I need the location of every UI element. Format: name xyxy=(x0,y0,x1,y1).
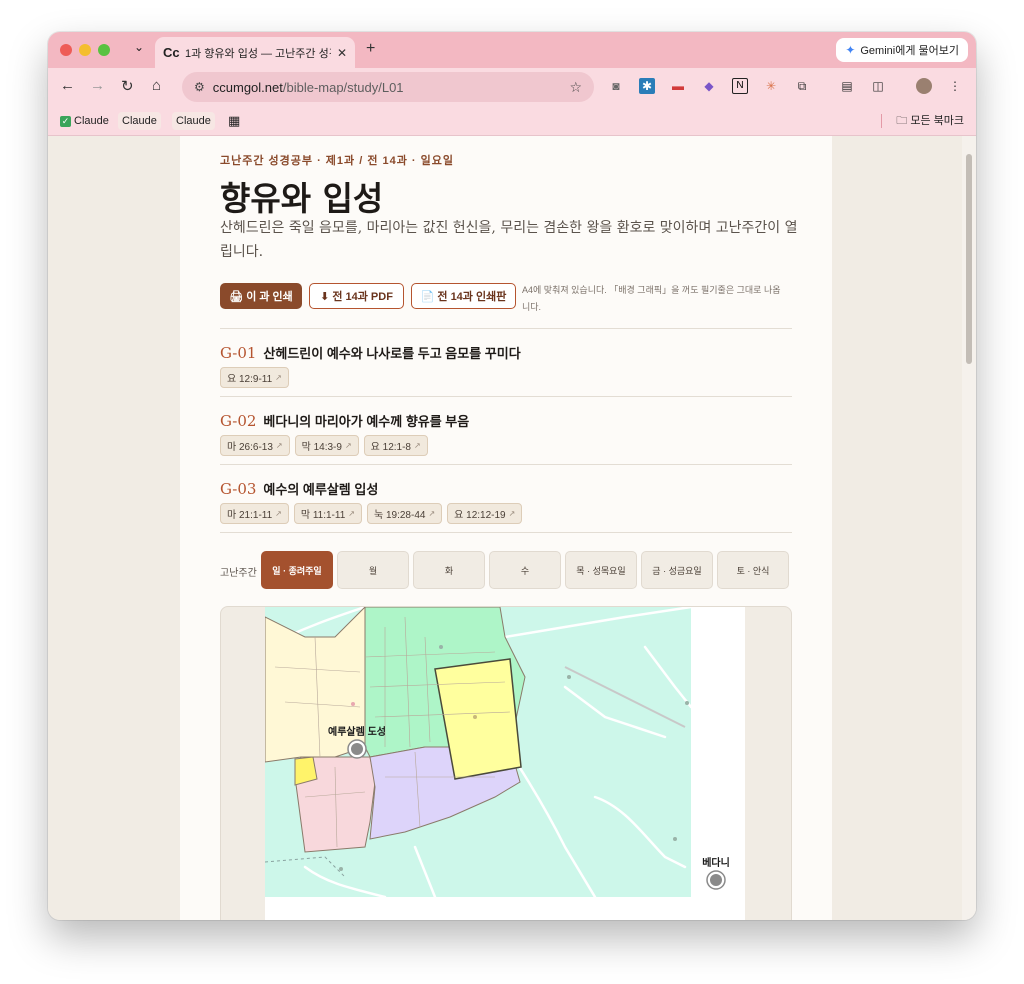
tab-strip: ⌄ Cc 1과 향유와 입성 — 고난주간 성경공부 ✕ + ✦ Gemini에… xyxy=(48,32,976,68)
tab-title: 1과 향유와 입성 — 고난주간 성경공부 xyxy=(185,47,331,60)
event-code: G-01 xyxy=(220,344,257,362)
maximize-window-button[interactable] xyxy=(98,44,110,56)
extensions-puzzle-icon[interactable]: ⧉ xyxy=(794,78,810,94)
bookmark-claude-2[interactable]: Claude xyxy=(118,112,161,130)
page-title: 향유와 입성 xyxy=(220,179,384,218)
jerusalem-label: 예루살렘 도성 xyxy=(328,725,386,738)
external-link-icon: ↗ xyxy=(508,509,516,518)
notion-icon[interactable]: N xyxy=(732,78,748,94)
external-link-icon: ↗ xyxy=(275,441,283,450)
reload-button[interactable]: ↻ xyxy=(121,77,134,95)
event-title: 산헤드린이 예수와 나사로를 두고 음모를 꾸미다 xyxy=(263,346,521,361)
side-panel-icon[interactable]: ◫ xyxy=(870,78,886,94)
day-tab-saturday[interactable]: 토 · 안식 xyxy=(717,551,789,589)
reading-mode-icon[interactable]: ▤ xyxy=(839,78,855,94)
gemini-label: Gemini에게 물어보기 xyxy=(860,45,959,57)
scripture-ref[interactable]: 막 11:1-11 ↗ xyxy=(293,503,362,524)
tab-search-chevron-icon[interactable]: ⌄ xyxy=(134,40,144,54)
scripture-ref[interactable]: 요 12:12-19 ↗ xyxy=(447,503,523,524)
event-item: G-02 베다니의 마리아가 예수께 향유를 부음 마 26:6-13 ↗ 막 14… xyxy=(220,397,792,465)
address-bar[interactable]: ⚙ ccumgol.net/bible-map/study/L01 ☆ xyxy=(182,72,594,102)
minimize-window-button[interactable] xyxy=(79,44,91,56)
check-icon: ✓ xyxy=(60,115,71,127)
site-info-icon[interactable]: ⚙ xyxy=(194,80,205,94)
gemini-button[interactable]: ✦ Gemini에게 물어보기 xyxy=(836,38,968,62)
external-link-icon: ↗ xyxy=(275,509,282,518)
bookmarks-separator xyxy=(881,114,882,128)
jerusalem-map[interactable]: 예루살렘 도성 베다니 xyxy=(265,607,745,920)
home-button[interactable]: ⌂ xyxy=(152,77,161,94)
page-viewport: 고난주간 성경공부 · 제1과 / 전 14과 · 일요일 향유와 입성 산헤드… xyxy=(48,136,976,920)
scripture-ref[interactable]: 마 26:6-13 ↗ xyxy=(220,435,290,456)
day-tab-thursday[interactable]: 목 · 성목요일 xyxy=(565,551,637,589)
bookmark-claude-3[interactable]: Claude xyxy=(172,112,215,130)
bookmark-star-icon[interactable]: ☆ xyxy=(569,79,582,96)
study-page: 고난주간 성경공부 · 제1과 / 전 14과 · 일요일 향유와 입성 산헤드… xyxy=(180,136,832,920)
external-link-icon: ↗ xyxy=(275,373,282,382)
all-bookmarks-button[interactable]: 🗀 모든 북마크 xyxy=(896,112,964,131)
gemini-icon: ✦ xyxy=(845,43,856,57)
camera-extension-icon[interactable]: ◙ xyxy=(608,78,624,94)
day-tab-tuesday[interactable]: 화 xyxy=(413,551,485,589)
day-tab-wednesday[interactable]: 수 xyxy=(489,551,561,589)
tab-active[interactable]: Cc 1과 향유와 입성 — 고난주간 성경공부 ✕ xyxy=(155,37,355,68)
scripture-ref[interactable]: 마 21:1-11 ↗ xyxy=(220,503,289,524)
event-title: 예수의 예루살렘 입성 xyxy=(263,482,379,497)
scripture-ref[interactable]: 요 12:1-8 ↗ xyxy=(363,435,428,456)
map-panel: 예루살렘 도성 베다니 xyxy=(220,606,792,920)
extension-icon-4[interactable]: ◆ xyxy=(701,78,717,94)
print-all-button[interactable]: 📄 전 14과 인쇄판 xyxy=(411,283,516,309)
browser-toolbar: ← → ↻ ⌂ ⚙ ccumgol.net/bible-map/study/L0… xyxy=(48,68,976,106)
bookmarks-bar: ✓ Claude Claude Claude ▦ 🗀 모든 북마크 xyxy=(48,106,976,136)
close-window-button[interactable] xyxy=(60,44,72,56)
event-title: 베다니의 마리아가 예수께 향유를 부음 xyxy=(263,414,470,429)
scrollbar-thumb[interactable] xyxy=(966,154,972,364)
bookmark-claude-1[interactable]: ✓ Claude xyxy=(56,112,113,130)
day-tab-friday[interactable]: 금 · 성금요일 xyxy=(641,551,713,589)
print-note: A4에 맞춰져 있습니다. 「배경 그래픽」을 꺼도 필기줄은 그대로 나옵니다… xyxy=(522,285,781,312)
site-favicon: Cc xyxy=(163,45,180,60)
external-link-icon: ↗ xyxy=(428,509,436,518)
event-item: G-01 산헤드린이 예수와 나사로를 두고 음모를 꾸미다 요 12:9-11 ↗ xyxy=(220,329,792,397)
claude-extension-icon[interactable]: ✳ xyxy=(763,78,779,94)
day-tab-monday[interactable]: 월 xyxy=(337,551,409,589)
week-label: 고난주간 xyxy=(220,568,257,579)
scripture-ref[interactable]: 요 12:9-11 ↗ xyxy=(220,367,289,388)
menu-icon[interactable]: ⋮ xyxy=(947,78,963,94)
bethany-label: 베다니 xyxy=(702,856,730,869)
scripture-ref[interactable]: 막 14:3-9 ↗ xyxy=(294,435,359,456)
event-code: G-03 xyxy=(220,480,257,498)
extension-icon-3[interactable]: ▬ xyxy=(670,78,686,94)
profile-avatar[interactable] xyxy=(916,78,932,94)
back-button[interactable]: ← xyxy=(60,77,75,94)
print-lesson-button[interactable]: 🖨 이 과 인쇄 xyxy=(220,283,302,309)
url-text[interactable]: ccumgol.net/bible-map/study/L01 xyxy=(213,80,562,95)
close-tab-icon[interactable]: ✕ xyxy=(337,46,347,60)
external-link-icon: ↗ xyxy=(344,441,352,450)
scrollbar[interactable] xyxy=(962,136,976,920)
event-code: G-02 xyxy=(220,412,257,430)
external-link-icon: ↗ xyxy=(348,509,355,518)
breadcrumb: 고난주간 성경공부 · 제1과 / 전 14과 · 일요일 xyxy=(220,155,454,167)
new-tab-button[interactable]: + xyxy=(366,40,375,58)
event-item: G-03 예수의 예루살렘 입성 마 21:1-11 ↗ 막 11:1-11 ↗ 눅 … xyxy=(220,465,792,533)
scripture-ref[interactable]: 눅 19:28-44 ↗ xyxy=(366,503,443,524)
external-link-icon: ↗ xyxy=(414,441,421,450)
lead-text: 산헤드린은 죽일 음모를, 마리아는 값진 헌신을, 무리는 겸손한 왕을 환호… xyxy=(220,220,798,260)
apps-grid-icon[interactable]: ▦ xyxy=(224,112,244,130)
forward-button[interactable]: → xyxy=(90,77,105,94)
extension-icon-2[interactable]: ✱ xyxy=(639,78,655,94)
download-all-pdf-button[interactable]: ⬇ 전 14과 PDF xyxy=(309,283,404,309)
browser-window: ⌄ Cc 1과 향유와 입성 — 고난주간 성경공부 ✕ + ✦ Gemini에… xyxy=(48,32,976,920)
day-tab-sunday[interactable]: 일 · 종려주일 xyxy=(261,551,333,589)
divider xyxy=(220,532,792,533)
